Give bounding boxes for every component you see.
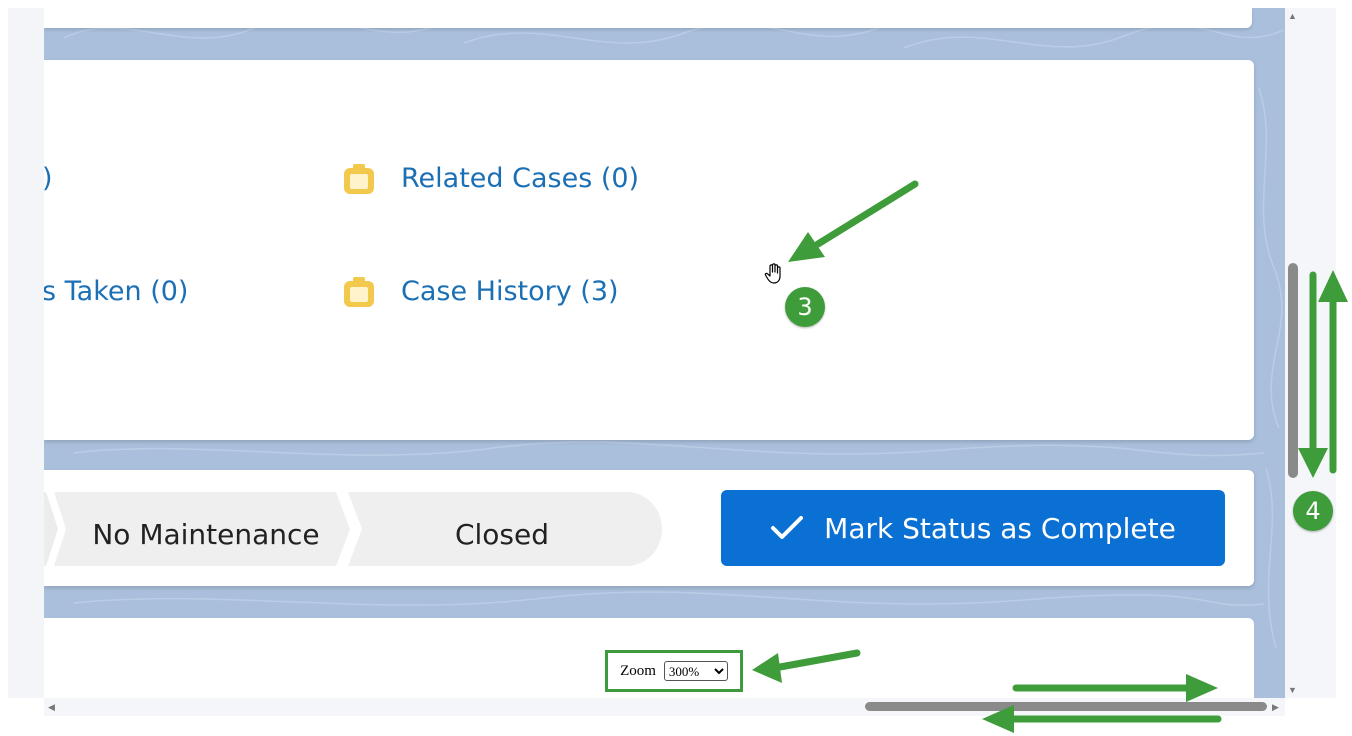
related-link-partial-top[interactable]: ) <box>44 163 53 194</box>
screenshot-stage: ) s Taken (0) Related Cases (0) Case His… <box>0 0 1352 736</box>
path-step-previous[interactable] <box>44 492 58 566</box>
folder-icon <box>344 277 374 307</box>
path-step-closed-label: Closed <box>454 518 550 551</box>
step-badge-3: 3 <box>785 287 825 327</box>
horizontal-scroll-thumb[interactable] <box>865 702 1267 711</box>
zoom-control: Zoom 300% <box>605 650 743 692</box>
left-margin <box>8 8 44 698</box>
status-path-card: No Maintenance Closed Mark Status as Com… <box>44 470 1254 586</box>
related-link-partial-bottom[interactable]: s Taken (0) <box>44 276 188 307</box>
zoom-select[interactable]: 300% <box>663 661 728 681</box>
scroll-up-arrow-icon[interactable]: ▲ <box>1288 11 1297 21</box>
related-list-card: ) s Taken (0) Related Cases (0) Case His… <box>44 60 1254 440</box>
path-step-no-maintenance-label: No Maintenance <box>92 518 320 551</box>
folder-icon <box>344 164 374 194</box>
zoom-label: Zoom <box>620 662 656 679</box>
hand-cursor-icon <box>764 263 781 284</box>
related-cases-link[interactable]: Related Cases (0) <box>401 163 639 194</box>
step-badge-4: 4 <box>1293 491 1333 531</box>
scroll-down-arrow-icon[interactable]: ▼ <box>1288 685 1297 695</box>
checkmark-icon <box>771 516 804 539</box>
case-history-link[interactable]: Case History (3) <box>401 276 619 307</box>
right-margin <box>1301 8 1336 698</box>
scroll-right-arrow-icon[interactable]: ▶ <box>1272 702 1279 712</box>
vertical-scrollbar[interactable]: ▲ ▼ <box>1285 8 1301 698</box>
mark-status-complete-button[interactable]: Mark Status as Complete <box>721 490 1225 566</box>
page-viewport: ) s Taken (0) Related Cases (0) Case His… <box>44 8 1285 698</box>
header-card-bottom-edge <box>44 8 1252 28</box>
vertical-scroll-thumb[interactable] <box>1288 263 1298 478</box>
scroll-left-arrow-icon[interactable]: ◀ <box>48 702 55 712</box>
horizontal-scrollbar[interactable]: ◀ ▶ <box>44 698 1285 716</box>
mark-status-complete-label: Mark Status as Complete <box>824 511 1176 545</box>
